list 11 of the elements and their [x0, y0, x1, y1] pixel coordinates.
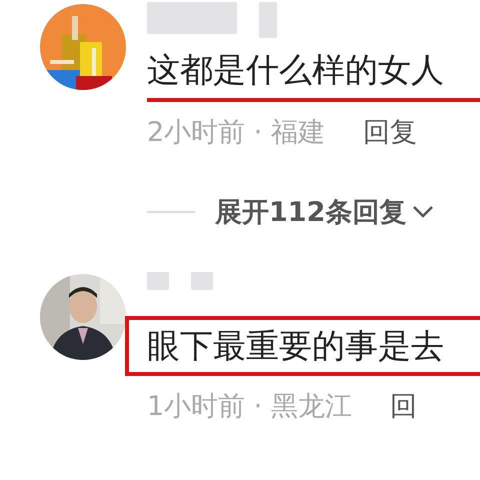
- reply-button[interactable]: 回: [390, 388, 417, 424]
- comment-meta: 1小时前 · 黑龙江: [147, 390, 352, 424]
- chevron-down-icon: [412, 205, 434, 219]
- comment-meta: 2小时前 · 福建: [147, 116, 325, 150]
- blurred-name: [147, 272, 169, 290]
- reply-button[interactable]: 回复: [362, 114, 417, 150]
- expand-replies-button[interactable]: 展开112条回复: [215, 194, 434, 230]
- comment-text: 这都是什么样的女人: [147, 46, 480, 102]
- comment-text: 眼下最重要的事是去: [125, 316, 480, 376]
- blurred-name: [259, 2, 277, 38]
- blurred-name: [191, 272, 213, 290]
